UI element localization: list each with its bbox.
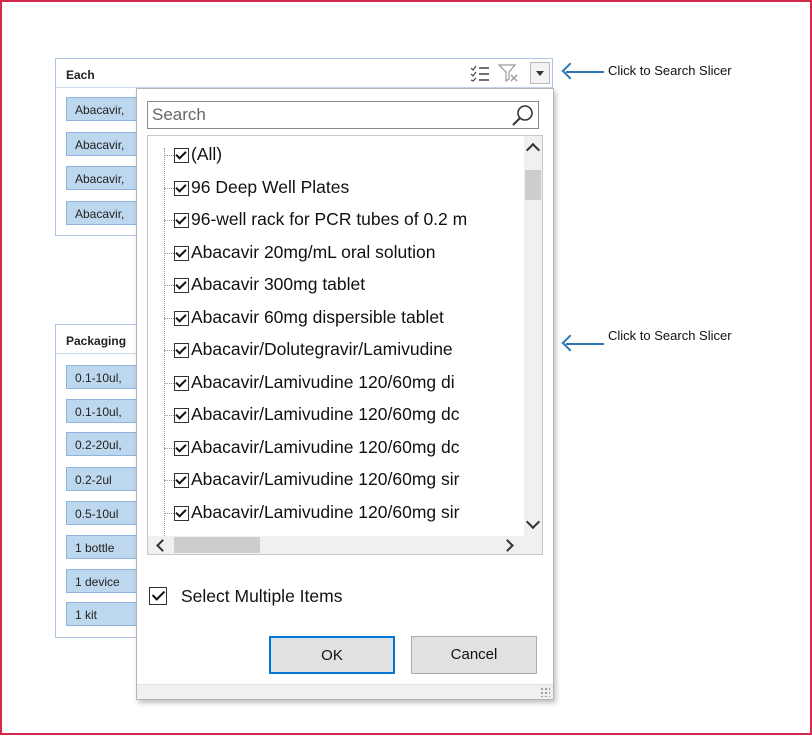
scroll-down-icon[interactable] bbox=[525, 514, 541, 530]
cancel-button[interactable]: Cancel bbox=[411, 636, 537, 674]
slicer-search-popup: (All) 96 Deep Well Plates 96-well rack for… bbox=[136, 88, 554, 700]
item-checkbox[interactable] bbox=[174, 245, 189, 261]
slicer-each-title: Each bbox=[66, 68, 95, 82]
multi-select-icon[interactable] bbox=[470, 64, 490, 82]
slicer-packaging-title: Packaging bbox=[66, 334, 127, 348]
list-item[interactable]: Abacavir/Lamivudine 120/60mg sir bbox=[164, 469, 524, 493]
search-box bbox=[147, 101, 539, 129]
tree-connector bbox=[164, 512, 174, 514]
tree-connector bbox=[164, 415, 174, 416]
list-item[interactable]: Abacavir 300mg tablet bbox=[164, 274, 524, 298]
popup-status-bar bbox=[137, 684, 553, 699]
vertical-scrollbar[interactable] bbox=[524, 136, 542, 536]
item-checkbox[interactable] bbox=[174, 310, 189, 326]
item-list: (All) 96 Deep Well Plates 96-well rack for… bbox=[147, 135, 543, 555]
list-item[interactable]: Abacavir/Dolutegravir/Lamivudine bbox=[164, 339, 524, 363]
ok-button[interactable]: OK bbox=[269, 636, 395, 674]
tree-connector bbox=[164, 447, 174, 449]
item-checkbox[interactable] bbox=[174, 180, 189, 196]
slicer-each-header: Each bbox=[56, 59, 552, 88]
item-checkbox[interactable] bbox=[174, 278, 189, 293]
tree-connector bbox=[164, 350, 174, 351]
item-checkbox[interactable] bbox=[174, 375, 189, 391]
item-label: Abacavir/Lamivudine 120/60mg di bbox=[191, 371, 455, 392]
resize-grip-icon[interactable] bbox=[540, 687, 550, 697]
item-checkbox[interactable] bbox=[174, 505, 189, 521]
scroll-right-icon[interactable] bbox=[501, 539, 514, 552]
tree-connector bbox=[164, 187, 174, 189]
list-item[interactable]: (All) bbox=[164, 144, 524, 168]
list-item[interactable]: Abacavir/Lamivudine 120/60mg dc bbox=[164, 404, 524, 428]
list-item[interactable]: Abacavir/Lamivudine 120/60mg sir bbox=[164, 502, 524, 526]
item-label: Abacavir 20mg/mL oral solution bbox=[191, 241, 436, 262]
annotation-label-middle: Click to Search Slicer bbox=[608, 328, 732, 343]
horizontal-scroll-thumb[interactable] bbox=[174, 537, 260, 553]
scrollbar-corner bbox=[524, 536, 542, 554]
item-label: Abacavir 60mg dispersible tablet bbox=[191, 306, 444, 327]
item-label: 96-well rack for PCR tubes of 0.2 m bbox=[191, 209, 468, 229]
item-label: Abacavir/Lamivudine 120/60mg sir bbox=[191, 469, 460, 489]
tree-connector bbox=[164, 317, 174, 319]
search-input[interactable] bbox=[148, 102, 516, 128]
item-label: Abacavir/Lamivudine 120/60mg dc bbox=[191, 436, 460, 457]
dropdown-arrow-icon[interactable] bbox=[530, 62, 550, 84]
clear-filter-icon[interactable] bbox=[498, 64, 518, 82]
tree-connector bbox=[164, 220, 174, 221]
item-checkbox[interactable] bbox=[174, 408, 189, 423]
item-label: Abacavir 300mg tablet bbox=[191, 274, 366, 294]
list-item[interactable]: 96 Deep Well Plates bbox=[164, 177, 524, 201]
item-checkbox[interactable] bbox=[174, 473, 189, 488]
item-checkbox[interactable] bbox=[174, 213, 189, 228]
scroll-left-icon[interactable] bbox=[156, 539, 169, 552]
list-item[interactable]: Abacavir 20mg/mL oral solution bbox=[164, 242, 524, 266]
item-label: Abacavir/Lamivudine 120/60mg dc bbox=[191, 404, 460, 424]
select-multiple-label: Select Multiple Items bbox=[181, 586, 343, 606]
select-multiple-option[interactable]: Select Multiple Items bbox=[149, 585, 449, 607]
tree-connector bbox=[164, 382, 174, 384]
tree-connector bbox=[164, 252, 174, 254]
list-item[interactable]: Abacavir 60mg dispersible tablet bbox=[164, 307, 524, 331]
horizontal-scrollbar[interactable] bbox=[148, 536, 524, 554]
item-label: Abacavir/Dolutegravir/Lamivudine bbox=[191, 339, 453, 359]
search-icon[interactable] bbox=[512, 104, 534, 126]
annotation-arrow-top bbox=[566, 71, 604, 73]
item-checkbox[interactable] bbox=[174, 343, 189, 358]
item-label: 96 Deep Well Plates bbox=[191, 176, 350, 197]
item-label: Abacavir/Lamivudine 120/60mg sir bbox=[191, 501, 460, 522]
tree-connector bbox=[164, 155, 174, 156]
select-multiple-checkbox[interactable] bbox=[149, 587, 167, 605]
annotation-label-top: Click to Search Slicer bbox=[608, 63, 732, 78]
list-item[interactable]: Abacavir/Lamivudine 120/60mg dc bbox=[164, 437, 524, 461]
item-label: (All) bbox=[191, 144, 223, 164]
list-item[interactable]: Abacavir/Lamivudine 120/60mg di bbox=[164, 372, 524, 396]
tree-connector bbox=[164, 480, 174, 481]
annotation-arrow-middle bbox=[566, 343, 604, 345]
item-checkbox[interactable] bbox=[174, 148, 189, 163]
item-checkbox[interactable] bbox=[174, 440, 189, 456]
scroll-up-icon[interactable] bbox=[525, 142, 541, 158]
tree-connector bbox=[164, 285, 174, 286]
item-list-area: (All) 96 Deep Well Plates 96-well rack for… bbox=[148, 136, 524, 536]
vertical-scroll-thumb[interactable] bbox=[525, 170, 541, 200]
list-item[interactable]: 96-well rack for PCR tubes of 0.2 m bbox=[164, 209, 524, 233]
